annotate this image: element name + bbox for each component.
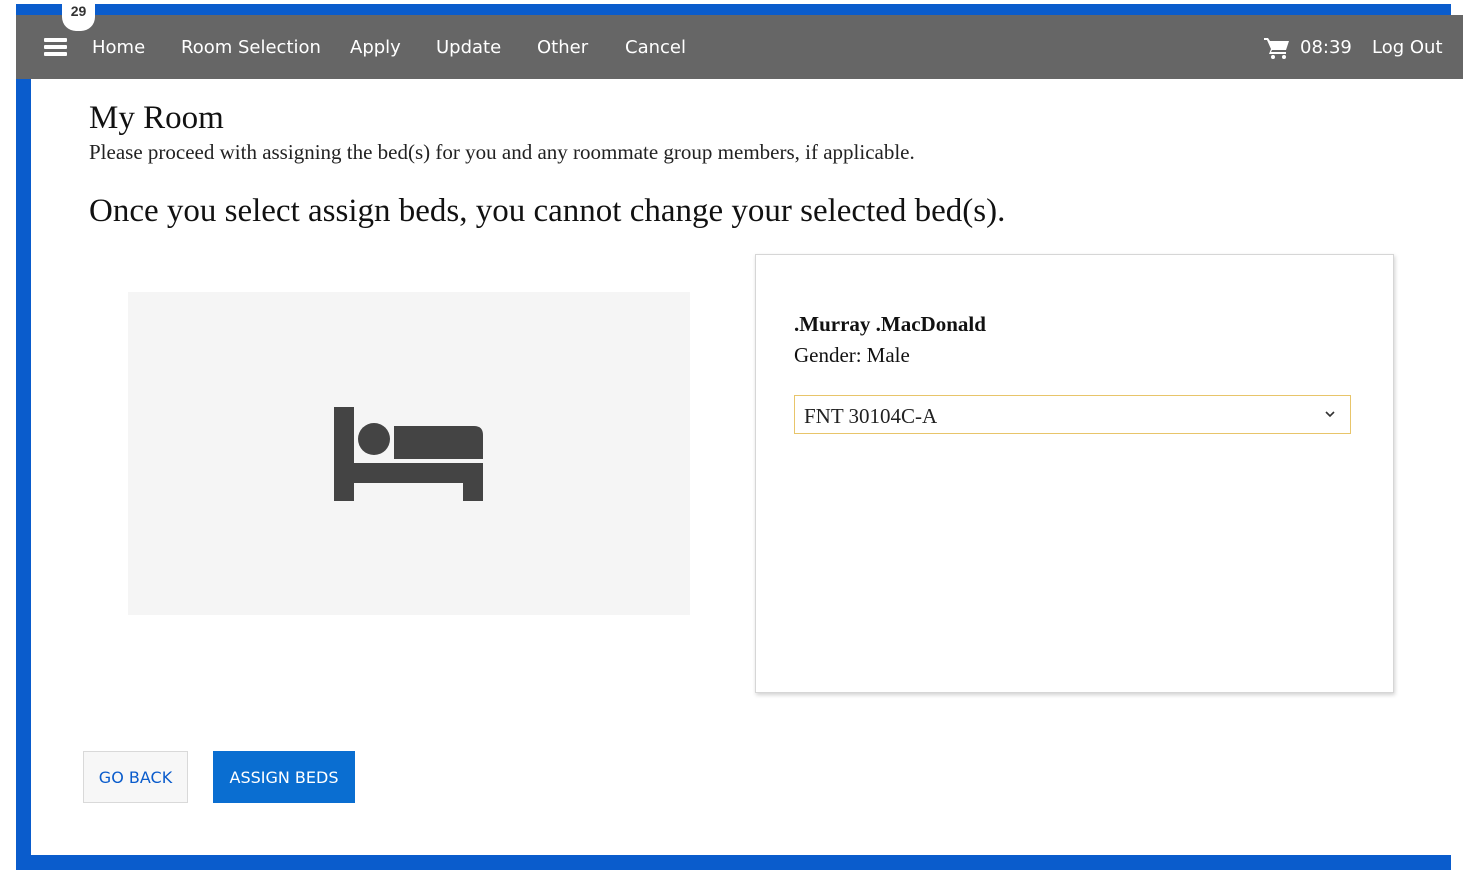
nav-room-selection[interactable]: Room Selection bbox=[181, 37, 321, 59]
page-title: My Room bbox=[89, 100, 224, 136]
page-subtitle: Please proceed with assigning the bed(s)… bbox=[89, 140, 915, 164]
nav-home[interactable]: Home bbox=[92, 37, 145, 59]
bed-icon bbox=[334, 407, 483, 501]
assign-warning: Once you select assign beds, you cannot … bbox=[89, 193, 1006, 229]
chevron-down-icon bbox=[1325, 411, 1335, 418]
notification-badge[interactable]: 29 bbox=[62, 4, 95, 31]
assign-beds-button[interactable]: ASSIGN BEDS bbox=[213, 751, 355, 803]
hamburger-menu-icon[interactable] bbox=[44, 38, 67, 56]
gender-label: Gender: bbox=[794, 343, 862, 367]
nav-other[interactable]: Other bbox=[537, 37, 588, 59]
resident-gender: Gender: Male bbox=[794, 342, 910, 368]
bed-select-dropdown[interactable]: FNT 30104C-A bbox=[794, 395, 1351, 434]
selected-bed-value: FNT 30104C-A bbox=[804, 404, 938, 428]
go-back-button[interactable]: GO BACK bbox=[83, 751, 188, 803]
nav-cancel[interactable]: Cancel bbox=[625, 37, 686, 59]
resident-name: .Murray .MacDonald bbox=[794, 312, 986, 336]
shopping-cart-icon[interactable] bbox=[1264, 37, 1290, 59]
logout-link[interactable]: Log Out bbox=[1372, 37, 1443, 59]
nav-update[interactable]: Update bbox=[436, 37, 501, 59]
gender-value: Male bbox=[866, 343, 910, 367]
nav-apply[interactable]: Apply bbox=[350, 37, 401, 59]
session-timer: 08:39 bbox=[1300, 37, 1352, 58]
